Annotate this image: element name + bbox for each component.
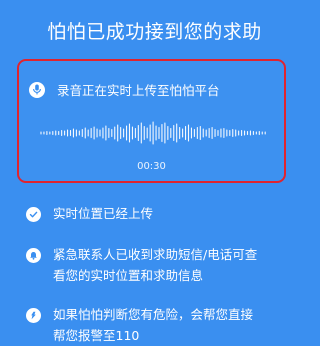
alert-icon xyxy=(26,308,41,323)
recording-panel: 录音正在实时上传至怕怕平台 00:30 xyxy=(17,59,286,183)
bell-icon xyxy=(26,248,41,263)
status-contacts-notified: 紧急联系人已收到求助短信/电话可查 看您的实时位置和求助信息 xyxy=(26,247,296,286)
status-police-alert: 如果怕怕判断您有危险，会帮您直接 帮您报警至110 xyxy=(26,307,296,346)
status-text: 紧急联系人已收到求助短信/电话可查 看您的实时位置和求助信息 xyxy=(53,244,257,286)
status-line: 紧急联系人已收到求助短信/电话可查 xyxy=(53,247,258,262)
status-location-uploaded: 实时位置已经上传 xyxy=(26,206,296,224)
status-line: 看您的实时位置和求助信息 xyxy=(53,268,204,283)
audio-waveform xyxy=(40,121,266,145)
status-line: 如果怕怕判断您有危险，会帮您直接 xyxy=(53,307,254,322)
recording-timer: 00:30 xyxy=(137,161,166,172)
recording-label: 录音正在实时上传至怕怕平台 xyxy=(57,83,220,98)
recording-status-row: 录音正在实时上传至怕怕平台 xyxy=(29,80,220,99)
page-title: 怕怕已成功接到您的求助 xyxy=(47,21,262,43)
microphone-icon xyxy=(29,81,45,98)
status-line: 实时位置已经上传 xyxy=(53,206,154,221)
checkmark-icon xyxy=(26,207,41,222)
status-line: 帮您报警至110 xyxy=(53,328,140,343)
status-text: 如果怕怕判断您有危险，会帮您直接 帮您报警至110 xyxy=(53,304,253,346)
status-text: 实时位置已经上传 xyxy=(53,203,153,224)
